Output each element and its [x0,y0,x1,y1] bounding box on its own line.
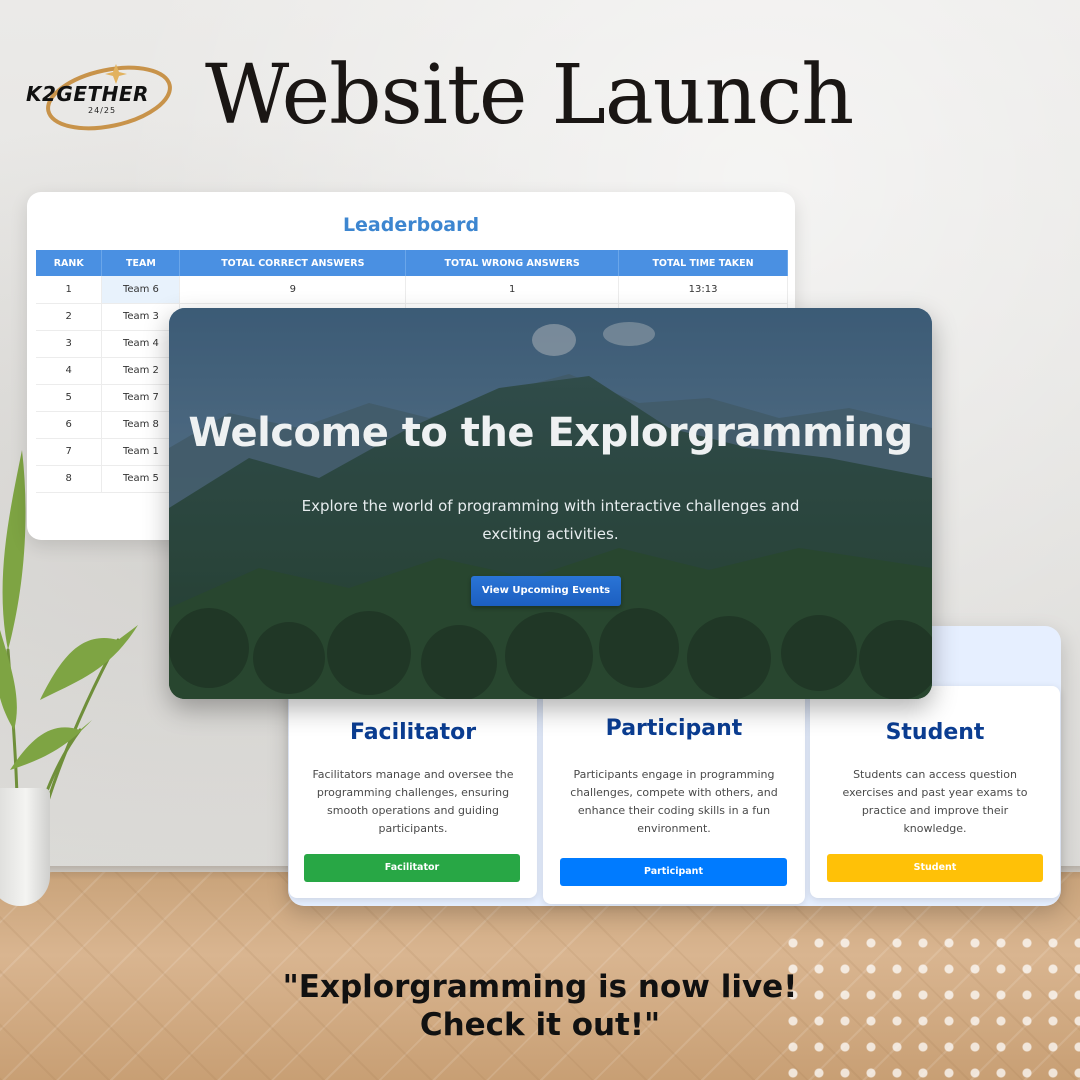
plant-pot [0,788,50,906]
hero-title: Welcome to the Explorgramming [188,410,913,456]
rank-cell: 5 [36,384,103,412]
participant-button[interactable]: Participant [560,858,787,886]
role-description-participant: Participants engage in programming chall… [570,768,778,835]
leaderboard-header-row: RANK TEAM TOTAL CORRECT ANSWERS TOTAL WR… [36,250,788,276]
rank-cell: 7 [36,438,103,466]
column-header-correct: TOTAL CORRECT ANSWERS [179,250,407,276]
role-card-facilitator: Facilitator Facilitators manage and over… [289,686,537,898]
rank-cell: 3 [36,330,103,358]
view-upcoming-events-button[interactable]: View Upcoming Events [471,576,621,606]
hero-banner: Welcome to the Explorgramming Explore th… [169,308,932,699]
role-title-facilitator: Facilitator [349,720,477,745]
rank-cell: 2 [36,303,103,331]
role-description-facilitator: Facilitators manage and oversee the prog… [312,768,514,835]
student-button[interactable]: Student [827,854,1043,882]
correct-cell: 9 [179,276,407,304]
column-header-team: TEAM [101,250,181,276]
role-card-student: Student Students can access question exe… [810,686,1060,898]
quote-line-2: Check it out!" [419,1007,661,1043]
column-header-time: TOTAL TIME TAKEN [618,250,788,276]
role-title-participant: Participant [605,716,743,741]
k2gether-logo: K2GETHER 24/25 [24,60,174,132]
time-cell: 13:13 [618,276,788,304]
launch-quote: "Explorgramming is now live! Check it ou… [0,968,1080,1044]
logo-text: K2GETHER [26,82,149,106]
facilitator-button[interactable]: Facilitator [304,854,520,882]
table-row: 1 Team 6 9 1 13:13 [36,276,788,304]
rank-cell: 4 [36,357,103,385]
page-title: Website Launch [205,48,854,143]
role-title-student: Student [885,720,985,745]
wrong-cell: 1 [405,276,620,304]
quote-line-1: "Explorgramming is now live! [282,969,798,1005]
column-header-rank: RANK [36,250,103,276]
leaderboard-title: Leaderboard [342,214,480,236]
team-cell: Team 6 [101,276,181,304]
hero-subtitle: Explore the world of programming with in… [301,497,800,543]
rank-cell: 6 [36,411,103,439]
column-header-wrong: TOTAL WRONG ANSWERS [405,250,620,276]
role-description-student: Students can access question exercises a… [842,768,1028,835]
logo-subtext: 24/25 [88,106,117,115]
rank-cell: 8 [36,465,103,493]
rank-cell: 1 [36,276,103,304]
role-card-participant: Participant Participants engage in progr… [543,686,805,904]
